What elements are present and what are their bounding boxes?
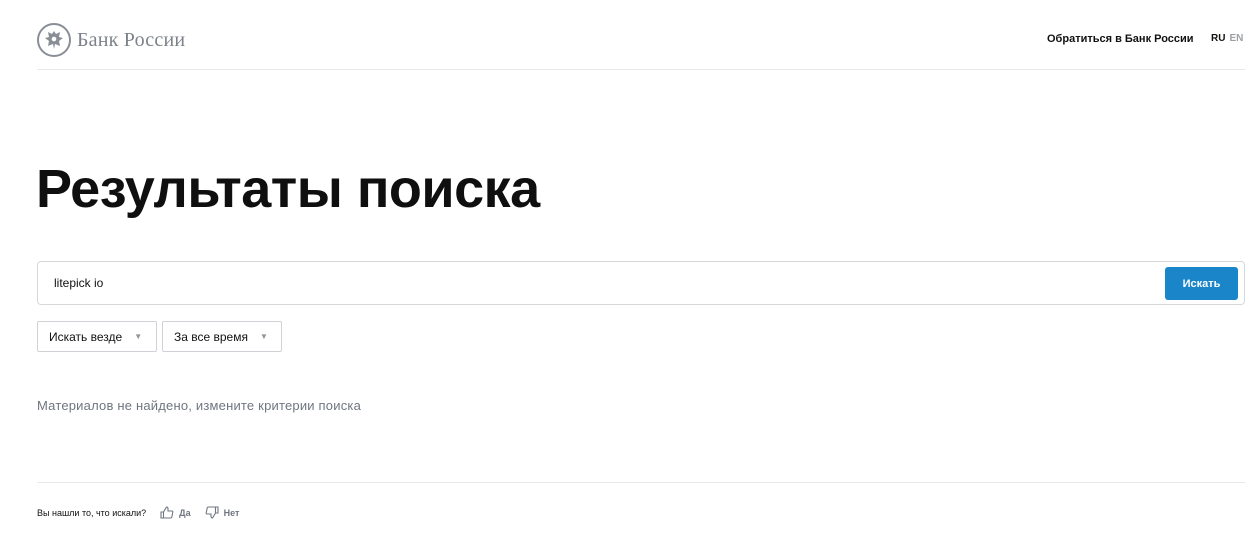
divider <box>37 482 1245 483</box>
language-switcher: RU EN <box>1211 33 1247 44</box>
logo-link[interactable]: Банк России <box>37 22 185 58</box>
page: Банк России Обратиться в Банк России RU E… <box>0 0 1247 547</box>
triangle-down-icon: ▼ <box>259 332 268 341</box>
triangle-down-icon: ▼ <box>134 332 143 341</box>
feedback-question: Вы нашли то, что искали? <box>37 507 147 518</box>
location-filter-select[interactable]: Искать везде ▼ <box>37 321 157 352</box>
bank-emblem-icon <box>37 23 71 57</box>
period-filter-select[interactable]: За все время ▼ <box>162 321 282 352</box>
lang-ru[interactable]: RU <box>1211 33 1225 44</box>
search-button[interactable]: Искать <box>1165 267 1238 300</box>
search-input[interactable] <box>54 262 1154 304</box>
feedback-yes-button[interactable]: Да <box>160 506 191 519</box>
header: Банк России Обратиться в Банк России RU E… <box>37 22 1245 70</box>
feedback-no-label: Нет <box>223 507 240 518</box>
lang-en[interactable]: EN <box>1229 33 1243 44</box>
thumbs-down-icon <box>205 506 219 519</box>
contact-bank-link[interactable]: Обратиться в Банк России <box>1047 33 1194 45</box>
feedback-yes-label: Да <box>179 507 191 518</box>
page-title: Результаты поиска <box>36 159 540 219</box>
no-results-message: Материалов не найдено, измените критерии… <box>37 398 361 413</box>
period-filter-value: За все время <box>174 329 248 344</box>
feedback-bar: Вы нашли то, что искали? Да Нет <box>37 506 239 519</box>
search-box: Искать <box>37 261 1245 305</box>
thumbs-up-icon <box>160 506 174 519</box>
feedback-no-button[interactable]: Нет <box>205 506 240 519</box>
logo-text: Банк России <box>77 28 186 51</box>
location-filter-value: Искать везде <box>49 329 123 344</box>
